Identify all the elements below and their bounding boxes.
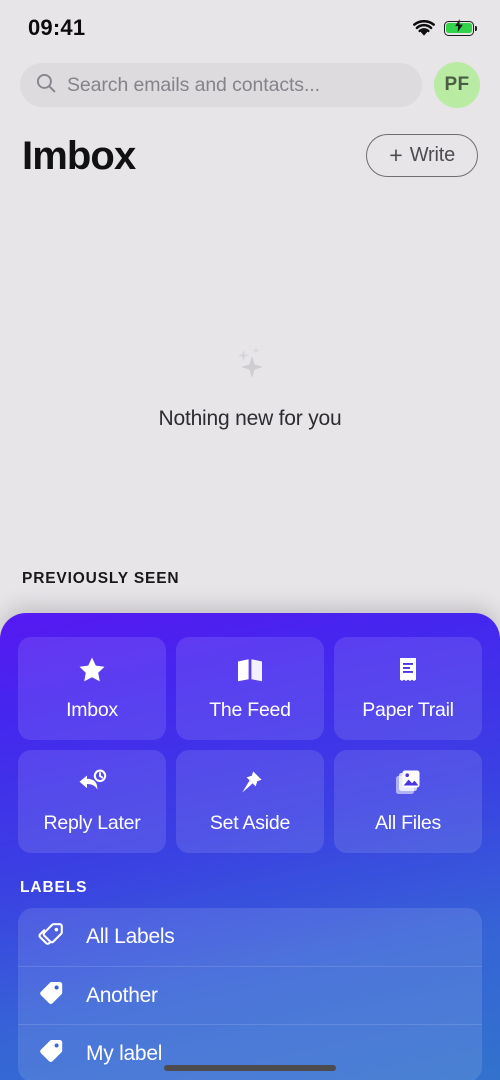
star-icon [77,655,107,690]
tile-label: Reply Later [43,812,141,834]
previously-seen-heading: PREVIOUSLY SEEN [22,570,180,587]
search-icon [36,73,56,98]
label-row-my-label[interactable]: My label [18,1024,482,1080]
double-tag-icon [36,920,68,955]
tile-all-files[interactable]: All Files [334,750,482,853]
avatar[interactable]: PF [434,62,480,108]
write-button[interactable]: + Write [366,134,478,177]
sparkles-icon [228,342,272,391]
search-placeholder: Search emails and contacts... [67,73,320,96]
tile-imbox[interactable]: Imbox [18,637,166,740]
status-indicators [413,19,477,37]
status-bar: 09:41 [0,0,500,56]
write-button-label: Write [409,144,456,166]
page-title: Imbox [22,133,136,178]
search-input[interactable]: Search emails and contacts... [20,63,422,107]
tile-label: The Feed [209,699,291,721]
label-text: My label [86,1041,163,1065]
label-text: Another [86,983,158,1007]
battery-charging-icon [444,19,477,36]
receipt-icon [393,655,423,690]
wifi-icon [413,19,435,37]
open-book-icon [235,655,265,690]
tile-reply-later[interactable]: Reply Later [18,750,166,853]
label-text: All Labels [86,925,175,948]
bottom-sheet: Imbox The Feed Paper Trail Reply Later S… [0,613,500,1080]
tag-icon [36,978,68,1013]
empty-state-message: Nothing new for you [158,407,342,430]
label-row-another[interactable]: Another [18,966,482,1024]
labels-heading: LABELS [20,879,88,896]
plus-icon: + [389,142,403,168]
home-indicator[interactable] [164,1065,336,1071]
labels-list: All Labels Another My label [18,908,482,1080]
search-row: Search emails and contacts... PF [0,62,500,108]
images-stack-icon [393,768,423,803]
label-row-all-labels[interactable]: All Labels [18,908,482,966]
tile-set-aside[interactable]: Set Aside [176,750,324,853]
tile-label: Paper Trail [362,699,454,721]
status-time: 09:41 [28,15,86,40]
tag-icon [36,1036,68,1071]
tile-label: Set Aside [209,812,291,834]
shortcut-grid: Imbox The Feed Paper Trail Reply Later S… [0,613,500,853]
tile-the-feed[interactable]: The Feed [176,637,324,740]
tile-label: Imbox [66,699,118,721]
tile-label: All Files [374,812,441,834]
page-header: Imbox + Write [0,134,500,177]
pushpin-icon [235,768,265,803]
empty-state: Nothing new for you [0,342,500,431]
tile-paper-trail[interactable]: Paper Trail [334,637,482,740]
reply-clock-icon [76,768,108,803]
